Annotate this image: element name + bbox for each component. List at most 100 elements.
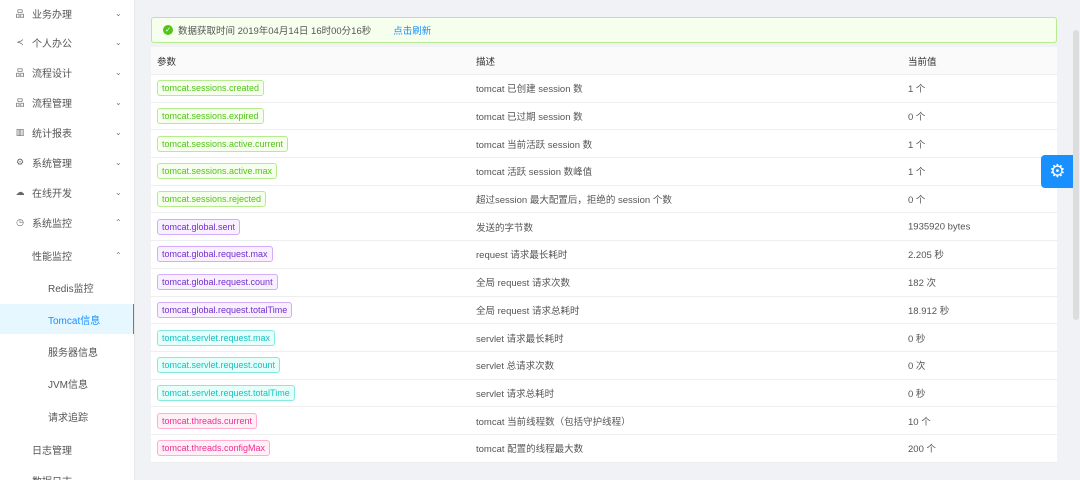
param-value: 0 秒: [908, 388, 926, 400]
table-header: 参数 描述 当前值: [151, 47, 1057, 75]
param-value: 1 个: [908, 167, 926, 179]
param-tag: tomcat.threads.configMax: [157, 440, 271, 457]
menu-label: 流程管理: [32, 99, 72, 111]
param-description: 全局 request 请求次数: [476, 278, 570, 290]
param-description: servlet 请求最长耗时: [476, 333, 564, 345]
chevron-icon: ⌄: [115, 187, 122, 197]
param-tag: tomcat.sessions.expired: [157, 108, 264, 125]
chevron-icon: ⌄: [115, 158, 122, 167]
menu-label: 业务办理: [32, 9, 72, 21]
param-value: 0 个: [908, 112, 926, 124]
table-row: tomcat.sessions.active.current tomcat 当前…: [151, 130, 1057, 159]
sidebar-subitem[interactable]: Redis监控: [0, 272, 134, 302]
gear-icon: ⚙: [1049, 161, 1066, 181]
table-row: tomcat.global.request.max request 请求最长耗时…: [151, 241, 1057, 269]
sidebar-item[interactable]: 品流程管理 ⌄: [0, 88, 134, 118]
param-value: 2.205 秒: [908, 250, 944, 262]
sidebar-item[interactable]: ☁ 在线开发 ⌄: [0, 177, 134, 207]
sidebar-item[interactable]: 日志管理: [0, 434, 134, 464]
param-tag: tomcat.global.request.totalTime: [157, 301, 293, 318]
menu-label: 系统管理: [32, 159, 72, 170]
sidebar-item[interactable]: 品业务办理 ⌄: [0, 0, 134, 28]
header-value: 当前值: [908, 56, 937, 68]
param-value: 1 个: [908, 84, 926, 96]
header-param: 参数: [157, 56, 177, 68]
param-tag: tomcat.sessions.active.current: [157, 135, 289, 152]
menu-label: 请求追踪: [48, 412, 88, 424]
bar-chart-icon: ▥: [15, 127, 25, 138]
param-tag: tomcat.global.sent: [157, 218, 241, 235]
sidebar-subitem[interactable]: 服务器信息: [0, 337, 134, 367]
sidebar-subitem[interactable]: JVM信息: [0, 369, 134, 399]
table-row: tomcat.threads.configMax tomcat 配置的线程最大数…: [151, 435, 1057, 463]
param-description: tomcat 已过期 session 数: [476, 112, 583, 124]
sidebar-subitem[interactable]: Tomcat信息: [0, 304, 134, 335]
menu-label: 个人办公: [32, 39, 72, 51]
sidebar-item-performance[interactable]: 性能监控 ⌃: [0, 240, 134, 270]
cloud-icon: ☁: [15, 186, 25, 197]
param-description: tomcat 已创建 session 数: [476, 84, 583, 96]
chevron-icon: ⌄: [115, 8, 122, 18]
param-description: tomcat 活跃 session 数峰值: [476, 167, 593, 179]
param-description: servlet 请求总耗时: [476, 388, 555, 400]
sidebar-item[interactable]: ◷ 系统监控 ⌃: [0, 207, 134, 237]
menu-label: 性能监控: [32, 251, 72, 263]
param-description: 全局 request 请求总耗时: [476, 305, 580, 317]
param-tag: tomcat.sessions.active.max: [157, 163, 278, 180]
param-tag: tomcat.servlet.request.max: [157, 329, 276, 346]
apps-icon: 品: [15, 8, 25, 19]
table-row: tomcat.servlet.request.max servlet 请求最长耗…: [151, 324, 1057, 352]
param-description: tomcat 当前线程数（包括守护线程）: [476, 416, 631, 428]
chevron-up-icon: ⌃: [115, 250, 122, 260]
param-description: tomcat 配置的线程最大数: [476, 444, 584, 456]
menu-label: 系统监控: [32, 218, 72, 230]
sidebar-item[interactable]: ▥ 统计报表 ⌄: [0, 118, 134, 148]
param-description: tomcat 当前活跃 session 数: [476, 139, 593, 151]
param-description: 超过session 最大配置后，拒绝的 session 个数: [476, 195, 672, 207]
param-tag: tomcat.global.request.max: [157, 246, 273, 263]
sidebar-item[interactable]: ⚙ 系统管理 ⌄: [0, 148, 134, 178]
menu-label: 统计报表: [32, 129, 72, 141]
param-tag: tomcat.servlet.request.count: [157, 357, 281, 374]
menu-label: Tomcat信息: [48, 315, 101, 327]
check-circle-icon: ✓: [163, 25, 173, 35]
param-description: 发送的字节数: [476, 222, 534, 234]
table-row: tomcat.sessions.created tomcat 已创建 sessi…: [151, 75, 1057, 103]
table-row: tomcat.global.request.count 全局 request 请…: [151, 269, 1057, 297]
tomcat-metrics-table: 参数 描述 当前值 tomcat.sessions.created tomcat…: [151, 47, 1057, 463]
table-row: tomcat.servlet.request.totalTime servlet…: [151, 380, 1057, 408]
param-tag: tomcat.servlet.request.totalTime: [157, 384, 295, 401]
table-row: tomcat.global.request.totalTime 全局 reque…: [151, 297, 1057, 325]
param-description: servlet 总请求次数: [476, 361, 555, 373]
table-row: tomcat.servlet.request.count servlet 总请求…: [151, 352, 1057, 380]
param-value: 0 个: [908, 195, 926, 207]
param-value: 0 秒: [908, 333, 926, 345]
sidebar-subitem[interactable]: 请求追踪: [0, 401, 134, 431]
settings-button[interactable]: ⚙: [1041, 155, 1074, 188]
data-time-alert: ✓ 数据获取时间 2019年04月14日 16时00分16秒 点击刷新: [151, 17, 1057, 43]
data-time-text: 数据获取时间 2019年04月14日 16时00分16秒: [178, 26, 372, 37]
menu-label: JVM信息: [48, 380, 88, 392]
chevron-icon: ⌄: [115, 68, 122, 78]
menu-label: 服务器信息: [48, 348, 98, 360]
sidebar-item[interactable]: ≺ 个人办公 ⌄: [0, 28, 134, 58]
param-value: 18.912 秒: [908, 305, 950, 317]
table-row: tomcat.sessions.rejected 超过session 最大配置后…: [151, 186, 1057, 214]
scrollbar[interactable]: [1073, 30, 1079, 320]
sidebar-item[interactable]: 数据日志: [0, 465, 134, 480]
param-value: 200 个: [908, 444, 936, 456]
menu-label: 流程设计: [32, 69, 72, 81]
param-tag: tomcat.global.request.count: [157, 274, 278, 291]
dashboard-icon: ◷: [16, 216, 24, 227]
param-value: 182 次: [908, 278, 936, 290]
apps-icon: 品: [15, 68, 25, 79]
sidebar: 品业务办理 ⌄ ≺ 个人办公 ⌄ 品流程设计 ⌄ 品流程管理 ⌄ ▥ 统计报表 ⌄ ⚙ 系统管理 ⌄ ☁ 在线开…: [0, 0, 135, 480]
gear-icon: ⚙: [15, 157, 25, 167]
sidebar-item[interactable]: 品流程设计 ⌄: [0, 58, 134, 88]
apps-icon: 品: [15, 98, 25, 109]
table-row: tomcat.sessions.expired tomcat 已过期 sessi…: [151, 103, 1057, 131]
menu-label: 在线开发: [32, 188, 72, 200]
share-icon: ≺: [16, 37, 24, 48]
param-description: request 请求最长耗时: [476, 250, 568, 262]
refresh-link[interactable]: 点击刷新: [393, 23, 431, 37]
